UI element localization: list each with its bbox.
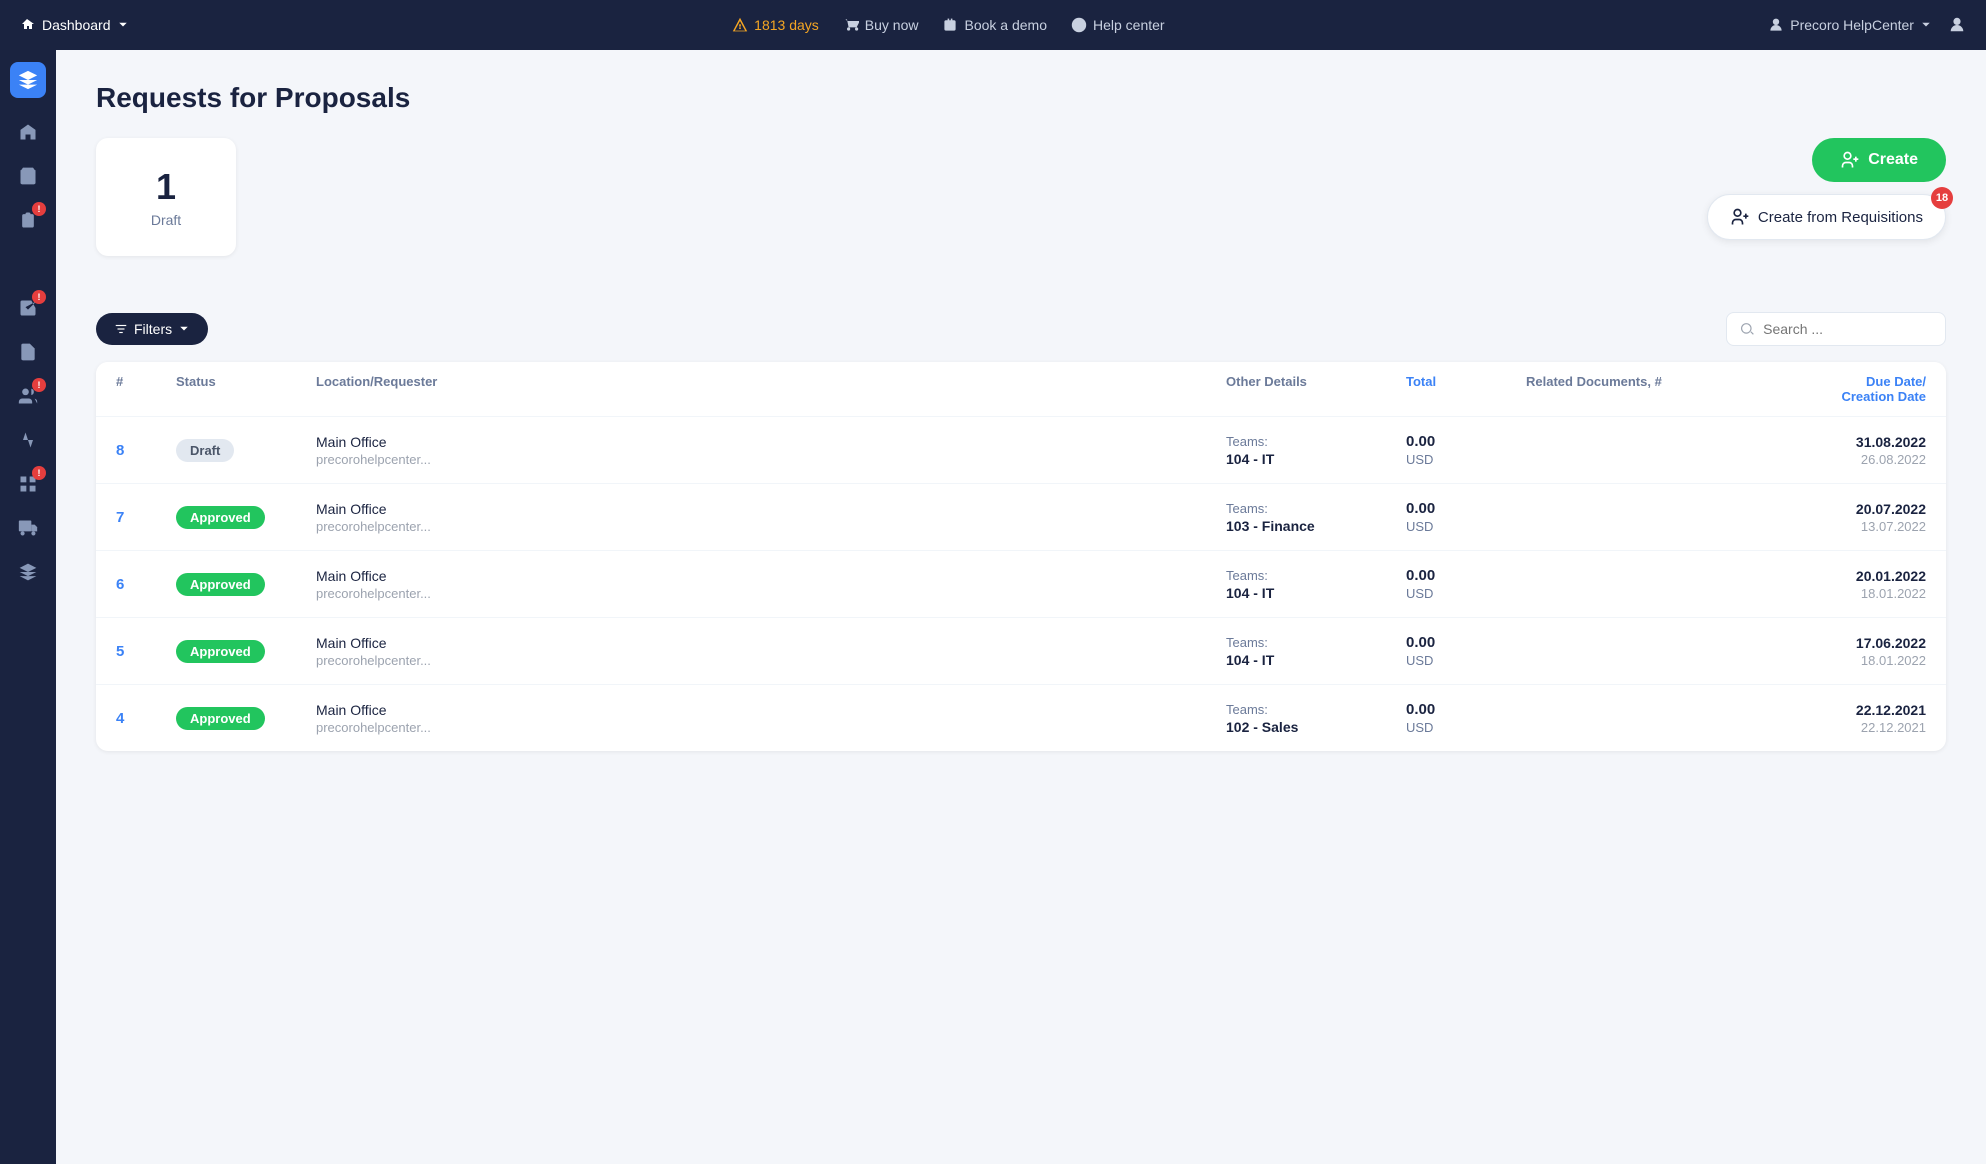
- create-from-requisitions-button[interactable]: Create from Requisitions 18: [1707, 194, 1946, 240]
- search-box: [1726, 312, 1946, 346]
- dashboard-nav[interactable]: Dashboard: [20, 17, 129, 33]
- sidebar-item-cart[interactable]: [8, 156, 48, 196]
- sidebar-logo[interactable]: [10, 62, 46, 98]
- top-nav: Dashboard 1813 days Buy now Book a demo …: [0, 0, 1986, 50]
- user-menu[interactable]: Precoro HelpCenter: [1768, 17, 1932, 33]
- sidebar-item-users[interactable]: !: [8, 376, 48, 416]
- row-status: Approved: [176, 707, 316, 730]
- row-dates: 20.07.2022 13.07.2022: [1726, 501, 1926, 534]
- sidebar-item-layers[interactable]: [8, 552, 48, 592]
- row-total: 0.00 USD: [1406, 701, 1526, 735]
- main-layout: ! ! ! !: [0, 50, 1986, 1164]
- row-location: Main Office precorohelpcenter...: [316, 568, 1226, 601]
- row-total: 0.00 USD: [1406, 433, 1526, 467]
- nav-right: Precoro HelpCenter: [1768, 16, 1966, 34]
- row-status: Approved: [176, 640, 316, 663]
- warning-days[interactable]: 1813 days: [732, 17, 819, 33]
- table-row: 8 Draft Main Office precorohelpcenter...…: [96, 417, 1946, 484]
- row-number[interactable]: 7: [116, 509, 176, 526]
- row-location: Main Office precorohelpcenter...: [316, 434, 1226, 467]
- row-details: Teams: 103 - Finance: [1226, 501, 1406, 534]
- stat-num-draft: 1: [132, 166, 200, 208]
- row-details: Teams: 102 - Sales: [1226, 702, 1406, 735]
- sidebar-item-home[interactable]: [8, 112, 48, 152]
- row-details: Teams: 104 - IT: [1226, 568, 1406, 601]
- col-head-details: Other Details: [1226, 374, 1406, 404]
- stat-label-draft: Draft: [132, 212, 200, 228]
- row-details: Teams: 104 - IT: [1226, 635, 1406, 668]
- buy-now-nav[interactable]: Buy now: [843, 17, 919, 33]
- data-table: # Status Location/Requester Other Detail…: [96, 362, 1946, 751]
- col-head-num: #: [116, 374, 176, 404]
- table-row: 4 Approved Main Office precorohelpcenter…: [96, 685, 1946, 751]
- dashboard-label: Dashboard: [42, 17, 111, 33]
- col-head-total[interactable]: Total: [1406, 374, 1526, 404]
- sidebar-item-truck[interactable]: [8, 508, 48, 548]
- stat-card-draft: 1 Draft: [96, 138, 236, 256]
- sidebar-item-requisitions[interactable]: [8, 244, 48, 284]
- stats-row: 1 Draft: [96, 138, 236, 256]
- page-title: Requests for Proposals: [96, 82, 1946, 114]
- row-total: 0.00 USD: [1406, 567, 1526, 601]
- row-number[interactable]: 6: [116, 576, 176, 593]
- table-row: 5 Approved Main Office precorohelpcenter…: [96, 618, 1946, 685]
- filters-button[interactable]: Filters: [96, 313, 208, 345]
- row-status: Approved: [176, 573, 316, 596]
- row-total: 0.00 USD: [1406, 634, 1526, 668]
- search-icon: [1741, 321, 1755, 337]
- row-total: 0.00 USD: [1406, 500, 1526, 534]
- sidebar-badge-checklist: !: [32, 290, 46, 304]
- action-row: Create Create from Requisitions 18: [1707, 138, 1946, 240]
- row-details: Teams: 104 - IT: [1226, 434, 1406, 467]
- sidebar-item-checklist[interactable]: !: [8, 288, 48, 328]
- table-header: # Status Location/Requester Other Detail…: [96, 362, 1946, 417]
- user-icon[interactable]: [1948, 16, 1966, 34]
- book-demo-nav[interactable]: Book a demo: [942, 17, 1047, 33]
- table-row: 6 Approved Main Office precorohelpcenter…: [96, 551, 1946, 618]
- controls-row: Filters: [96, 312, 1946, 346]
- sidebar-item-reports[interactable]: [8, 332, 48, 372]
- sidebar-item-analytics[interactable]: [8, 420, 48, 460]
- nav-center: 1813 days Buy now Book a demo Help cente…: [732, 17, 1164, 33]
- sidebar-badge-grid: !: [32, 466, 46, 480]
- row-dates: 20.01.2022 18.01.2022: [1726, 568, 1926, 601]
- row-dates: 22.12.2021 22.12.2021: [1726, 702, 1926, 735]
- sidebar: ! ! ! !: [0, 50, 56, 1164]
- sidebar-badge-orders: !: [32, 202, 46, 216]
- row-dates: 17.06.2022 18.01.2022: [1726, 635, 1926, 668]
- row-status: Approved: [176, 506, 316, 529]
- requisitions-badge: 18: [1931, 187, 1953, 209]
- col-head-location: Location/Requester: [316, 374, 1226, 404]
- content-area: Requests for Proposals 1 Draft Create Cr…: [56, 50, 1986, 1164]
- row-number[interactable]: 8: [116, 442, 176, 459]
- sidebar-item-orders[interactable]: !: [8, 200, 48, 240]
- table-body: 8 Draft Main Office precorohelpcenter...…: [96, 417, 1946, 751]
- col-head-dates[interactable]: Due Date/Creation Date: [1726, 374, 1926, 404]
- sidebar-badge-users: !: [32, 378, 46, 392]
- col-head-related: Related Documents, #: [1526, 374, 1726, 404]
- search-input[interactable]: [1763, 321, 1931, 337]
- col-head-status: Status: [176, 374, 316, 404]
- table-row: 7 Approved Main Office precorohelpcenter…: [96, 484, 1946, 551]
- row-number[interactable]: 4: [116, 710, 176, 727]
- row-status: Draft: [176, 439, 316, 462]
- row-location: Main Office precorohelpcenter...: [316, 702, 1226, 735]
- row-location: Main Office precorohelpcenter...: [316, 501, 1226, 534]
- sidebar-item-grid[interactable]: !: [8, 464, 48, 504]
- row-number[interactable]: 5: [116, 643, 176, 660]
- help-center-nav[interactable]: Help center: [1071, 17, 1165, 33]
- row-location: Main Office precorohelpcenter...: [316, 635, 1226, 668]
- row-dates: 31.08.2022 26.08.2022: [1726, 434, 1926, 467]
- create-button[interactable]: Create: [1812, 138, 1946, 182]
